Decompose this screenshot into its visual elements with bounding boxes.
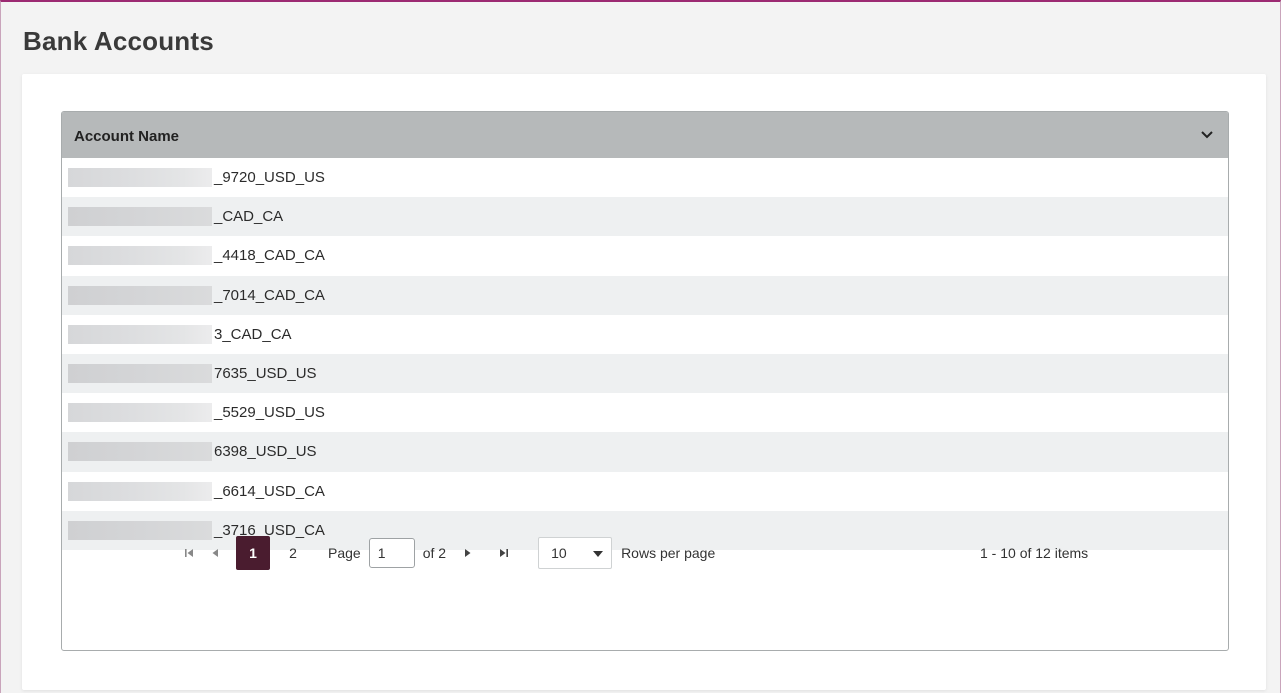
caret-down-icon	[593, 545, 604, 561]
redacted-block	[68, 285, 212, 305]
account-name-cell: _4418_CAD_CA	[214, 247, 325, 265]
column-header-account-name[interactable]: Account Name	[74, 128, 179, 145]
pager: 1 2 Page of 2 10 Rows per page	[62, 529, 1228, 577]
account-name-cell: 6398_USD_US	[214, 443, 317, 461]
page-title: Bank Accounts	[23, 26, 214, 56]
rows-per-page-select[interactable]: 10	[538, 537, 613, 569]
redacted-block	[68, 442, 212, 462]
account-name-cell: _6614_USD_CA	[214, 482, 325, 500]
previous-page-icon[interactable]	[205, 543, 225, 563]
app-frame: Bank Accounts Account Name _9720_USD_US …	[0, 0, 1281, 693]
redacted-block	[68, 364, 212, 384]
rows-per-page-value: 10	[551, 545, 567, 561]
account-name-cell: 3_CAD_CA	[214, 325, 292, 343]
accounts-grid: Account Name _9720_USD_US _CAD_CA _4418_…	[61, 111, 1229, 651]
chevron-down-icon[interactable]	[1198, 126, 1216, 144]
table-row[interactable]: 6398_USD_US	[62, 432, 1228, 472]
account-name-cell: _7014_CAD_CA	[214, 286, 325, 304]
redacted-block	[68, 168, 212, 188]
page-button-1[interactable]: 1	[236, 536, 270, 570]
page-label: Page	[328, 545, 361, 561]
table-row[interactable]: _CAD_CA	[62, 197, 1228, 237]
page-button-2[interactable]: 2	[276, 536, 310, 570]
table-row[interactable]: _5529_USD_US	[62, 393, 1228, 432]
table-row[interactable]: 7635_USD_US	[62, 353, 1228, 394]
table-row[interactable]: _6614_USD_CA	[62, 472, 1228, 511]
grid-rows: _9720_USD_US _CAD_CA _4418_CAD_CA _7014_…	[62, 158, 1228, 550]
item-count: 1 - 10 of 12 items	[980, 545, 1089, 561]
first-page-icon[interactable]	[179, 543, 199, 563]
table-row[interactable]: _9720_USD_US	[62, 158, 1228, 197]
redacted-block	[68, 481, 212, 501]
grid-header: Account Name	[62, 112, 1228, 158]
redacted-block	[68, 403, 212, 423]
rows-per-page-label: Rows per page	[621, 545, 716, 561]
table-row[interactable]: _7014_CAD_CA	[62, 275, 1228, 315]
account-name-cell: _9720_USD_US	[214, 169, 325, 187]
table-row[interactable]: 3_CAD_CA	[62, 315, 1228, 354]
redacted-block	[68, 207, 212, 227]
content-panel: Account Name _9720_USD_US _CAD_CA _4418_…	[22, 74, 1266, 690]
account-name-cell: _5529_USD_US	[214, 404, 325, 422]
table-row[interactable]: _4418_CAD_CA	[62, 236, 1228, 275]
account-name-cell: _CAD_CA	[214, 208, 284, 226]
last-page-icon[interactable]	[494, 543, 514, 563]
page-total-label: of 2	[422, 545, 447, 561]
redacted-block	[68, 246, 212, 266]
next-page-icon[interactable]	[458, 543, 478, 563]
page-input[interactable]	[368, 538, 415, 568]
account-name-cell: 7635_USD_US	[214, 365, 317, 383]
redacted-block	[68, 324, 212, 344]
